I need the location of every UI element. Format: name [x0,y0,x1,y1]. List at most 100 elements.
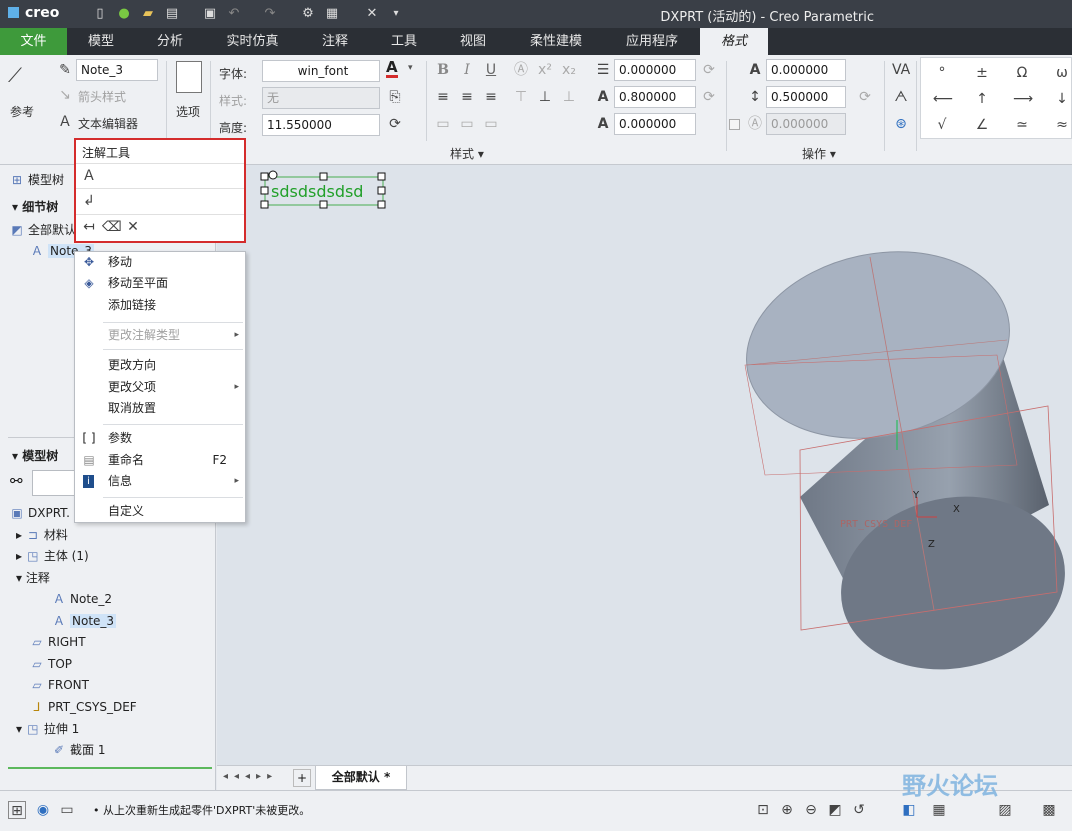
chevron-down-icon[interactable]: ▾ [408,63,413,73]
view-manager-icon[interactable]: ▦ [930,801,948,819]
right-arrow-icon[interactable]: ⟶ [1013,90,1033,108]
leader-handle-icon[interactable] [268,170,278,180]
enable-checkbox[interactable] [729,119,740,130]
tree-item-right[interactable]: ▱ RIGHT [30,632,85,652]
tree-item-note-3[interactable]: Ａ Note_3 [52,611,117,631]
omega-lower-icon[interactable]: ω [1053,64,1071,82]
tab-view[interactable]: 视图 [438,28,508,55]
note-props-icon[interactable]: Ａ [80,167,98,185]
detail-item-all-default[interactable]: ◩ 全部默认 [10,220,76,240]
subscript-icon[interactable]: x₂ [560,61,578,79]
valign-top-icon[interactable]: ▭ [434,115,452,133]
sheet-tab-active[interactable]: 全部默认 * [315,766,407,790]
tree-root[interactable]: ▣ DXPRT. [10,503,70,523]
menu-item-customize[interactable]: 自定义 [75,501,245,522]
tab-annotate[interactable]: 注释 [300,28,370,55]
tree-item-extrude[interactable]: ▾ ◳ 拉伸 1 [16,719,79,739]
group-label-operation[interactable]: 操作 ▾ [802,145,836,162]
copy-style-icon[interactable]: ⎘ [386,88,404,106]
slant-angle-field[interactable]: 0.000000 [614,113,696,135]
omega-icon[interactable]: Ω [1013,64,1031,82]
font-select[interactable]: win_font [262,60,380,82]
tree-item-top[interactable]: ▱ TOP [30,654,72,674]
menu-item-change-orientation[interactable]: 更改方向 [75,355,245,376]
style-select[interactable]: 无 [262,87,380,109]
tab-model[interactable]: 模型 [67,28,135,55]
tab-format[interactable]: 格式 [700,28,768,55]
down-arrow-icon[interactable]: ↓ [1053,90,1071,108]
tree-item-annotations[interactable]: ▾ 注释 [16,568,50,588]
menu-item-move[interactable]: ✥ 移动 [75,252,245,273]
repaint-icon[interactable]: ◩ [826,801,844,819]
model-tree-tab[interactable]: ⊞ 模型树 [10,170,64,190]
align-right-icon[interactable]: ≡ [482,88,500,106]
superscript-icon[interactable]: x² [536,61,554,79]
text-color-icon[interactable]: A [386,59,398,78]
sqrt-icon[interactable]: √ [933,116,951,134]
arrow-style-button[interactable]: 箭头样式 [78,88,126,105]
height-field[interactable]: 11.550000 [262,114,380,136]
find-icon[interactable]: ⚯ [10,472,23,490]
graphics-window[interactable]: PRT_CSYS_DEF X Y Z sdsdsdsdsd [217,165,1072,765]
reset-icon[interactable]: ⟳ [856,88,874,106]
degree-icon[interactable]: ° [933,64,951,82]
menu-item-move-to-plane[interactable]: ◈ 移动至平面 [75,273,245,294]
tree-item-section[interactable]: ✐ 截面 1 [52,740,105,760]
datum-display-icon[interactable]: ▨ [996,801,1014,819]
underline-button[interactable]: U [482,61,500,79]
group-label-style[interactable]: 样式 ▾ [450,145,484,162]
zoom-fit-icon[interactable]: ⊡ [754,801,772,819]
text-editor-button[interactable]: 文本编辑器 [78,115,138,132]
menu-item-add-link[interactable]: 添加链接 [75,295,245,316]
menu-item-parameters[interactable]: [ ] 参数 [75,428,245,449]
note-text[interactable]: sdsdsdsdsd [271,182,363,201]
align-top-icon[interactable]: ⊤ [512,88,530,106]
tab-live-simulation[interactable]: 实时仿真 [205,28,300,55]
move-back-icon[interactable]: ↤ [80,218,98,236]
menu-item-info[interactable]: i 信息 ▸ [75,471,245,492]
align-left-icon[interactable]: ≡ [434,88,452,106]
zoom-in-icon[interactable]: ⊕ [778,801,796,819]
kerning-icon[interactable]: VA [892,61,910,79]
menu-item-change-parent[interactable]: 更改父项 ▸ [75,377,245,398]
reference-label[interactable]: 参考 [10,103,34,120]
tree-item-material[interactable]: ▸ ⊐ 材料 [16,525,68,545]
tab-tools[interactable]: 工具 [370,28,438,55]
line-height-field[interactable]: 0.500000 [766,86,846,108]
bold-button[interactable]: B [434,61,452,79]
hyperlink-icon[interactable]: ⊛ [892,115,910,133]
reset-height-icon[interactable]: ⟳ [386,115,404,133]
add-sheet-button[interactable]: + [293,769,311,787]
model-tree-header[interactable]: ▾ 模型树 [12,446,58,466]
tree-item-body[interactable]: ▸ ◳ 主体 (1) [16,546,89,566]
angle-icon[interactable]: ∠ [973,116,991,134]
up-arrow-icon[interactable]: ↑ [973,90,991,108]
options-button[interactable]: 选项 [176,103,200,120]
reset-icon[interactable]: ⟳ [700,88,718,106]
menu-item-change-type[interactable]: 更改注解类型 ▸ [75,325,245,346]
reset-icon[interactable]: ⟳ [700,61,718,79]
line-spacing-field[interactable]: 0.000000 [614,59,696,81]
delete-icon[interactable]: ✕ [124,218,142,236]
italic-button[interactable]: I [458,61,476,79]
align-middle-icon[interactable]: ⊥ [536,88,554,106]
outline-icon[interactable]: Ⓐ [512,61,530,79]
tab-applications[interactable]: 应用程序 [604,28,700,55]
align-center-icon[interactable]: ≡ [458,88,476,106]
width-factor-field[interactable]: 0.800000 [614,86,696,108]
detail-tree-header[interactable]: ▾ 细节树 [12,197,58,217]
zoom-out-icon[interactable]: ⊖ [802,801,820,819]
plus-minus-icon[interactable]: ± [973,64,991,82]
tab-analysis[interactable]: 分析 [135,28,205,55]
leader-icon[interactable]: ↲ [80,192,98,210]
valign-middle-icon[interactable]: ▭ [458,115,476,133]
tree-item-csys[interactable]: ⅃ PRT_CSYS_DEF [30,697,137,717]
tree-item-front[interactable]: ▱ FRONT [30,675,89,695]
box-field[interactable]: 0.000000 [766,113,846,135]
menu-item-rename[interactable]: ▤ 重命名 F2 [75,450,245,471]
tab-flexible-modeling[interactable]: 柔性建模 [508,28,604,55]
sheet-nav-arrows[interactable]: ◂◂◂▸▸ [223,771,278,782]
annotation-display-icon[interactable]: ▩ [1040,801,1058,819]
valign-bottom-icon[interactable]: ▭ [482,115,500,133]
options-icon[interactable] [176,61,202,93]
